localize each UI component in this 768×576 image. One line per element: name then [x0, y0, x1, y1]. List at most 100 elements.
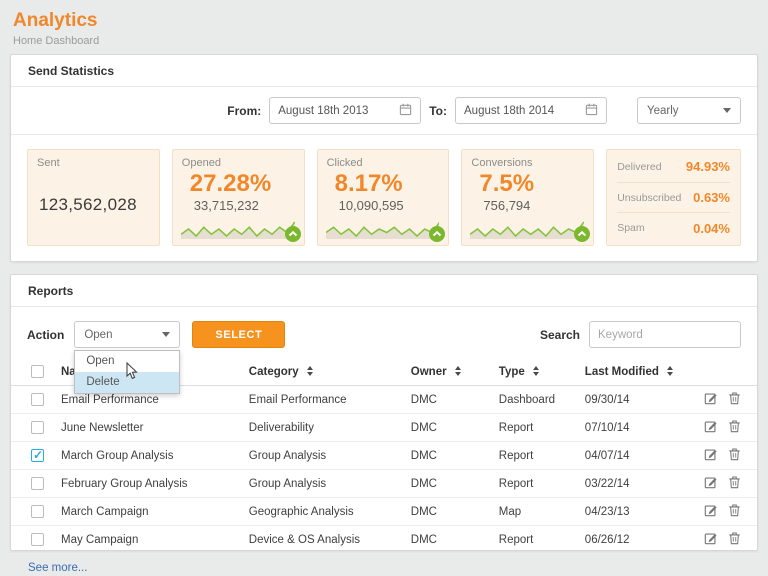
delivered-row: Delivered 94.93% [617, 152, 730, 183]
report-type: Map [490, 497, 577, 526]
delivered-label: Delivered [617, 160, 662, 173]
to-label: To: [429, 103, 447, 118]
report-last-modified: 04/07/14 [576, 441, 689, 470]
row-checkbox[interactable] [31, 448, 44, 462]
opened-card: Opened 27.28% 33,715,232 [171, 149, 305, 246]
edit-icon[interactable] [704, 419, 718, 436]
report-type: Report [490, 525, 577, 554]
opened-sparkline [180, 216, 296, 240]
report-last-modified: 06/26/12 [576, 525, 689, 554]
report-name: May Campaign [53, 525, 241, 554]
stat-cards: Sent 123,562,028 Opened 27.28% 33,715,23… [11, 135, 757, 246]
row-checkbox[interactable] [31, 477, 44, 490]
action-select[interactable]: Open [74, 321, 181, 348]
period-value: Yearly [647, 104, 679, 117]
report-type: Report [490, 441, 577, 470]
edit-icon[interactable] [704, 391, 718, 408]
column-header-category[interactable]: Category [240, 358, 403, 386]
clicked-card: Clicked 8.17% 10,090,595 [316, 149, 450, 246]
reports-panel: Reports Action Open Open Delete SELECT S… [10, 274, 758, 574]
row-checkbox[interactable] [31, 421, 44, 434]
report-owner: DMC [402, 413, 491, 442]
table-row: March Group Analysis Group Analysis DMC … [11, 441, 757, 470]
date-filter-row: From: August 18th 2013 To: August 18th 2… [11, 87, 757, 135]
trash-icon[interactable] [728, 447, 741, 464]
from-date-value: August 18th 2013 [278, 104, 369, 117]
send-statistics-panel: Send Statistics From: August 18th 2013 T… [10, 54, 758, 262]
select-button[interactable]: SELECT [192, 321, 286, 348]
report-owner: DMC [402, 525, 491, 554]
column-header-type[interactable]: Type [490, 358, 577, 386]
trash-icon[interactable] [728, 419, 741, 436]
report-category: Device & OS Analysis [240, 525, 403, 554]
sort-icon [667, 366, 674, 377]
report-category: Deliverability [240, 413, 403, 442]
edit-icon[interactable] [704, 531, 718, 548]
page-header: Analytics Home Dashboard [0, 0, 768, 47]
conversions-card: Conversions 7.5% 756,794 [461, 149, 595, 246]
trash-icon[interactable] [728, 475, 741, 492]
from-date-input[interactable]: August 18th 2013 [269, 97, 422, 124]
report-type: Dashboard [490, 385, 577, 414]
edit-icon[interactable] [704, 503, 718, 520]
report-name: June Newsletter [53, 413, 241, 442]
spam-row: Spam 0.04% [617, 213, 730, 243]
table-row: June Newsletter Deliverability DMC Repor… [11, 413, 757, 442]
select-all-checkbox[interactable] [31, 365, 44, 378]
report-owner: DMC [402, 441, 491, 470]
action-label: Action [27, 327, 65, 342]
report-name: February Group Analysis [53, 469, 241, 498]
report-owner: DMC [402, 385, 491, 414]
search-label: Search [539, 327, 580, 342]
clicked-label: Clicked [326, 157, 363, 169]
search-input[interactable] [589, 321, 741, 348]
to-date-input[interactable]: August 18th 2014 [455, 97, 607, 124]
sort-icon [454, 366, 461, 377]
unsubscribed-value: 0.63% [693, 190, 730, 205]
from-label: From: [227, 103, 262, 118]
chevron-down-icon [723, 108, 731, 113]
mouse-cursor-icon [125, 361, 139, 386]
table-row: May Campaign Device & OS Analysis DMC Re… [11, 525, 757, 554]
clicked-count: 10,090,595 [338, 198, 404, 213]
sent-card: Sent 123,562,028 [27, 149, 160, 246]
report-type: Report [490, 413, 577, 442]
trend-up-icon [429, 226, 446, 242]
row-checkbox[interactable] [31, 505, 44, 518]
table-row: February Group Analysis Group Analysis D… [11, 469, 757, 498]
reports-table-body: Email Performance Email Performance DMC … [11, 385, 757, 554]
trash-icon[interactable] [728, 531, 741, 548]
calendar-icon [399, 103, 412, 119]
trash-icon[interactable] [728, 503, 741, 520]
trend-up-icon [284, 226, 301, 242]
report-category: Email Performance [240, 385, 403, 414]
reports-title: Reports [11, 275, 757, 307]
table-row: March Campaign Geographic Analysis DMC M… [11, 497, 757, 526]
calendar-icon [585, 103, 598, 119]
report-type: Report [490, 469, 577, 498]
edit-icon[interactable] [704, 447, 718, 464]
column-header-actions [688, 358, 757, 386]
action-dropdown: Open Delete [74, 350, 181, 394]
action-row: Action Open Open Delete SELECT Search Ke… [11, 307, 757, 394]
report-last-modified: 04/23/13 [576, 497, 689, 526]
sent-label: Sent [37, 157, 60, 169]
spam-label: Spam [617, 222, 645, 235]
trash-icon[interactable] [728, 391, 741, 408]
page-title: Analytics [13, 10, 98, 31]
report-last-modified: 09/30/14 [576, 385, 689, 414]
row-checkbox[interactable] [31, 533, 44, 546]
row-checkbox[interactable] [31, 393, 44, 406]
report-name: March Group Analysis [53, 441, 241, 470]
delivered-value: 94.93% [685, 159, 730, 175]
conversions-percent: 7.5% [479, 170, 535, 197]
period-select[interactable]: Yearly [637, 97, 741, 124]
opened-percent: 27.28% [189, 170, 272, 197]
clicked-sparkline [325, 216, 440, 240]
column-header-last-modified[interactable]: Last Modified [576, 358, 689, 386]
column-header-owner[interactable]: Owner [402, 358, 491, 386]
report-category: Geographic Analysis [240, 497, 403, 526]
conversions-label: Conversions [471, 157, 533, 169]
delivery-summary-card: Delivered 94.93% Unsubscribed 0.63% Spam… [606, 149, 741, 246]
edit-icon[interactable] [704, 475, 718, 492]
